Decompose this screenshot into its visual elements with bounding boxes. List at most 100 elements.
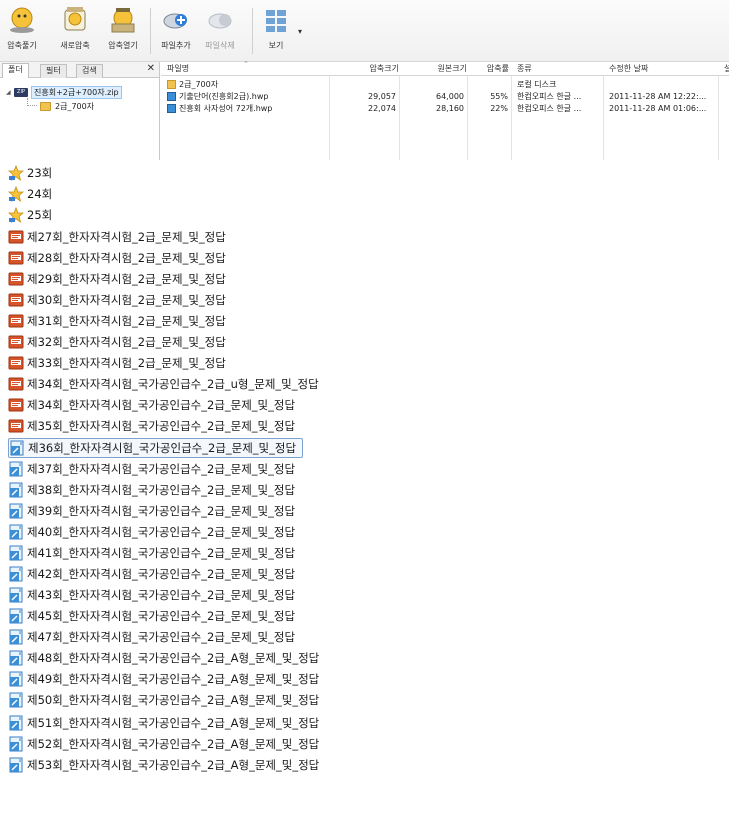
file-name: 진흥회 사자성어 72개.hwp bbox=[179, 104, 273, 113]
column-ratio[interactable]: 압축률 bbox=[470, 62, 512, 76]
explorer-item[interactable]: 제31회_한자자격시험_2급_문제_및_정답 bbox=[8, 311, 226, 331]
explorer-item[interactable]: 제43회_한자자격시험_국가공인급수_2급_문제_및_정답 bbox=[8, 585, 295, 605]
tree-item-archive-label: 진흥회+2급+700자.zip bbox=[31, 85, 122, 99]
book-icon bbox=[8, 313, 24, 329]
open-archive-button[interactable]: 압축열기 bbox=[103, 6, 143, 58]
file-packed-size: 29,057 bbox=[368, 92, 396, 101]
explorer-item[interactable]: 제28회_한자자격시험_2급_문제_및_정답 bbox=[8, 248, 226, 268]
explorer-item[interactable]: 제39회_한자자격시험_국가공인급수_2급_문제_및_정답 bbox=[8, 501, 295, 521]
explorer-item[interactable]: 제38회_한자자격시험_국가공인급수_2급_문제_및_정답 bbox=[8, 480, 295, 500]
extract-button[interactable]: 압축풀기 bbox=[2, 6, 42, 58]
explorer-item[interactable]: 제41회_한자자격시험_국가공인급수_2급_문제_및_정답 bbox=[8, 543, 295, 563]
explorer-item[interactable]: 제29회_한자자격시험_2급_문제_및_정답 bbox=[8, 269, 226, 289]
tree-connector bbox=[27, 98, 37, 106]
explorer-item[interactable]: 제48회_한자자격시험_국가공인급수_2급_A형_문제_및_정답 bbox=[8, 648, 319, 668]
book-icon bbox=[8, 229, 24, 245]
explorer-item-label: 제32회_한자자격시험_2급_문제_및_정답 bbox=[27, 335, 226, 349]
explorer-item[interactable]: 제47회_한자자격시험_국가공인급수_2급_문제_및_정답 bbox=[8, 627, 295, 647]
explorer-item[interactable]: 제30회_한자자격시험_2급_문제_및_정답 bbox=[8, 290, 226, 310]
new-archive-label: 새로압축 bbox=[60, 41, 90, 50]
explorer-item-label: 제34회_한자자격시험_국가공인급수_2급_u형_문제_및_정답 bbox=[27, 377, 319, 391]
toolbar-divider bbox=[252, 8, 253, 54]
explorer-item-label: 제47회_한자자격시험_국가공인급수_2급_문제_및_정답 bbox=[27, 630, 296, 644]
book-icon bbox=[8, 292, 24, 308]
explorer-item-label: 제29회_한자자격시험_2급_문제_및_정답 bbox=[27, 272, 226, 286]
column-name[interactable]: 파일명 bbox=[164, 62, 332, 76]
explorer-item-label: 제51회_한자자격시험_국가공인급수_2급_A형_문제_및_정답 bbox=[27, 716, 320, 730]
extract-icon bbox=[10, 7, 34, 33]
explorer-item[interactable]: 23회 bbox=[7, 163, 53, 183]
explorer-item[interactable]: 제53회_한자자격시험_국가공인급수_2급_A형_문제_및_정답 bbox=[8, 755, 319, 775]
delete-file-button[interactable]: 파일삭제 bbox=[200, 6, 240, 58]
book-icon bbox=[8, 418, 24, 434]
explorer-item[interactable]: 제50회_한자자격시험_국가공인급수_2급_A형_문제_및_정답 bbox=[8, 690, 319, 710]
file-ratio: 22% bbox=[490, 104, 508, 113]
column-type[interactable]: 종류 bbox=[514, 62, 604, 76]
column-original-size[interactable]: 원본크기 bbox=[402, 62, 470, 76]
view-dropdown-arrow-icon[interactable]: ▾ bbox=[298, 27, 302, 36]
explorer-item-label: 제41회_한자자격시험_국가공인급수_2급_문제_및_정답 bbox=[27, 546, 296, 560]
view-button[interactable]: 보기 bbox=[258, 6, 294, 58]
column-description[interactable]: 설 bbox=[721, 62, 729, 76]
explorer-item[interactable]: 제40회_한자자격시험_국가공인급수_2급_문제_및_정답 bbox=[8, 522, 295, 542]
add-file-icon bbox=[163, 13, 187, 29]
explorer-item-label: 제43회_한자자격시험_국가공인급수_2급_문제_및_정답 bbox=[27, 588, 296, 602]
tree-item-folder[interactable]: 2급_700자 bbox=[40, 100, 94, 112]
explorer-item[interactable]: 제34회_한자자격시험_국가공인급수_2급_u형_문제_및_정답 bbox=[8, 374, 319, 394]
explorer-item-label: 제40회_한자자격시험_국가공인급수_2급_문제_및_정답 bbox=[27, 525, 296, 539]
file-modified-date: 2011-11-28 AM 01:06:... bbox=[609, 104, 707, 113]
folder-icon bbox=[167, 80, 176, 89]
tab-filter[interactable]: 필터 bbox=[40, 64, 67, 78]
file-original-size: 64,000 bbox=[436, 92, 464, 101]
hwp-doc-icon bbox=[8, 545, 24, 561]
explorer-item[interactable]: 제49회_한자자격시험_국가공인급수_2급_A형_문제_및_정답 bbox=[8, 669, 319, 689]
explorer-item[interactable]: 제33회_한자자격시험_2급_문제_및_정답 bbox=[8, 353, 226, 373]
explorer-item[interactable]: 제32회_한자자격시험_2급_문제_및_정답 bbox=[8, 332, 226, 352]
file-row[interactable]: 2급_700자 로컬 디스크 bbox=[161, 79, 729, 91]
explorer-item-label: 제45회_한자자격시험_국가공인급수_2급_문제_및_정답 bbox=[27, 609, 296, 623]
file-type: 한컴오피스 한글 ... bbox=[517, 92, 582, 101]
tab-search[interactable]: 검색 bbox=[76, 64, 103, 78]
hwp-doc-icon bbox=[8, 503, 24, 519]
explorer-item-label: 제33회_한자자격시험_2급_문제_및_정답 bbox=[27, 356, 226, 370]
folder-icon bbox=[40, 101, 51, 111]
explorer-item-label: 제49회_한자자격시험_국가공인급수_2급_A형_문제_및_정답 bbox=[27, 672, 320, 686]
add-file-label: 파일추가 bbox=[161, 41, 191, 50]
explorer-item-label: 제28회_한자자격시험_2급_문제_및_정답 bbox=[27, 251, 226, 265]
tab-folder[interactable]: 폴더 bbox=[2, 63, 29, 78]
star-icon bbox=[7, 206, 25, 223]
column-modified-date[interactable]: 수정한 날짜 bbox=[606, 62, 718, 76]
hwp-icon bbox=[167, 104, 176, 113]
close-pane-icon[interactable]: ✕ bbox=[147, 63, 155, 74]
star-icon bbox=[7, 164, 25, 181]
new-archive-button[interactable]: 새로압축 bbox=[55, 6, 95, 58]
explorer-item-label: 제48회_한자자격시험_국가공인급수_2급_A형_문제_및_정답 bbox=[27, 651, 320, 665]
file-name: 기출단어(진흥회2급).hwp bbox=[179, 92, 269, 101]
column-packed-size[interactable]: 압축크기 bbox=[332, 62, 402, 76]
explorer-item[interactable]: 제36회_한자자격시험_국가공인급수_2급_문제_및_정답 bbox=[8, 438, 304, 458]
explorer-item[interactable]: 제42회_한자자격시험_국가공인급수_2급_문제_및_정답 bbox=[8, 564, 295, 584]
collapse-icon[interactable]: ◢ bbox=[6, 89, 14, 96]
file-original-size: 28,160 bbox=[436, 104, 464, 113]
add-file-button[interactable]: 파일추가 bbox=[156, 6, 196, 58]
explorer-item[interactable]: 제51회_한자자격시험_국가공인급수_2급_A형_문제_및_정답 bbox=[8, 713, 319, 733]
explorer-item[interactable]: 제35회_한자자격시험_국가공인급수_2급_문제_및_정답 bbox=[8, 416, 295, 436]
explorer-item-label: 제42회_한자자격시험_국가공인급수_2급_문제_및_정답 bbox=[27, 567, 296, 581]
explorer-item-label: 제36회_한자자격시험_국가공인급수_2급_문제_및_정답 bbox=[28, 441, 297, 455]
pane-tabs: 폴더 필터 검색 ✕ bbox=[0, 62, 159, 78]
explorer-item[interactable]: 제34회_한자자격시험_국가공인급수_2급_문제_및_정답 bbox=[8, 395, 295, 415]
hwp-doc-icon bbox=[8, 736, 24, 752]
explorer-item-label: 23회 bbox=[27, 166, 53, 180]
file-row[interactable]: 기출단어(진흥회2급).hwp 29,057 64,000 55% 한컴오피스 … bbox=[161, 91, 729, 103]
hwp-doc-icon bbox=[9, 440, 25, 456]
archiver-toolbar: 압축풀기 새로압축 압축열기 파일추가 파일삭제 보기 ▾ bbox=[0, 0, 729, 62]
explorer-item[interactable]: 제45회_한자자격시험_국가공인급수_2급_문제_및_정답 bbox=[8, 606, 295, 626]
explorer-item[interactable]: 제37회_한자자격시험_국가공인급수_2급_문제_및_정답 bbox=[8, 459, 295, 479]
explorer-item[interactable]: 25회 bbox=[7, 205, 52, 225]
explorer-file-list: 23회 24회 25회 제27회_한자자격시험_2급_문제_및_정답제28회_한자자격… bbox=[0, 160, 729, 820]
file-row[interactable]: 진흥회 사자성어 72개.hwp 22,074 28,160 22% 한컴오피스… bbox=[161, 103, 729, 115]
explorer-item[interactable]: 24회 bbox=[7, 184, 52, 204]
explorer-item[interactable]: 제52회_한자자격시험_국가공인급수_2급_A형_문제_및_정답 bbox=[8, 734, 319, 754]
tree-item-archive[interactable]: ◢ ZIP 진흥회+2급+700자.zip bbox=[6, 85, 122, 99]
explorer-item[interactable]: 제27회_한자자격시험_2급_문제_및_정답 bbox=[8, 227, 226, 247]
